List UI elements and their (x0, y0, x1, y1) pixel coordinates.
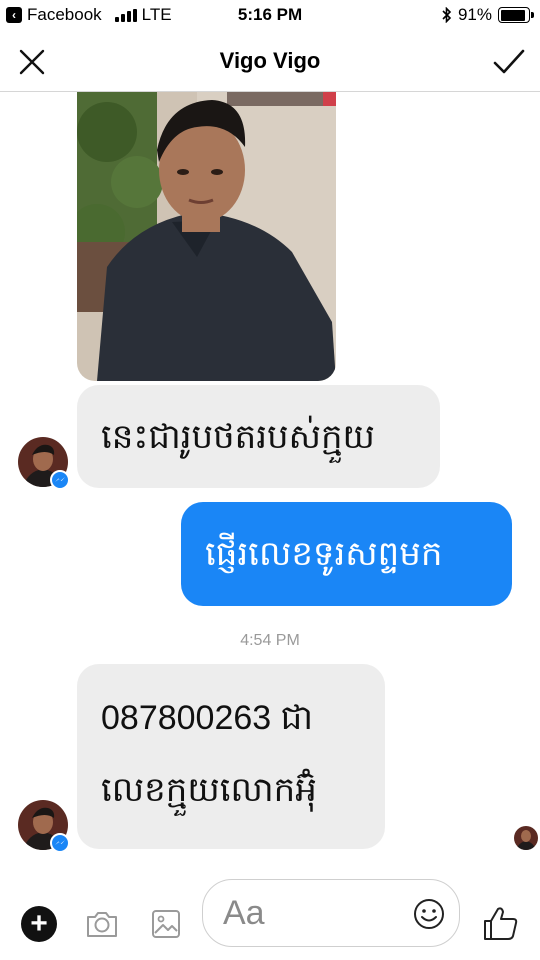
bluetooth-icon (442, 7, 452, 23)
outgoing-message[interactable]: ផ្ញើរលេខទូរសព្ទមក (181, 502, 512, 606)
plus-icon[interactable]: + (21, 906, 57, 942)
checkmark-icon[interactable] (492, 46, 526, 78)
gallery-icon[interactable] (148, 906, 184, 942)
incoming-message[interactable]: 087800263 ជា លេខក្មួយលោកអ៊ុំ (77, 664, 385, 849)
status-bar: ‹ Facebook LTE 5:16 PM 91% (0, 0, 540, 32)
status-right: 91% (442, 5, 534, 25)
message-line: 087800263 ជា (101, 699, 314, 737)
message-input-field[interactable] (202, 879, 460, 947)
photo-image (77, 92, 336, 381)
message-input[interactable] (223, 892, 403, 934)
messenger-badge-icon (50, 470, 70, 490)
message-text: នេះជារូបថតរបស់ក្មួយ (101, 417, 375, 456)
seen-avatar (514, 826, 538, 850)
camera-icon[interactable] (84, 906, 120, 942)
message-line: លេខក្មួយលោកអ៊ុំ (101, 771, 317, 809)
message-timestamp: 4:54 PM (240, 632, 300, 649)
chat-screen: ‹ Facebook LTE 5:16 PM 91% Vigo Vigo នេះ… (0, 0, 540, 960)
emoji-icon[interactable] (411, 896, 447, 932)
battery-percent: 91% (457, 5, 492, 24)
photo-message[interactable] (77, 92, 336, 381)
conversation-header: Vigo Vigo (0, 32, 540, 92)
messenger-badge-icon (50, 833, 70, 853)
battery-icon (498, 7, 534, 23)
message-text: ផ្ញើរលេខទូរសព្ទមក (205, 535, 443, 573)
contact-name[interactable]: Vigo Vigo (0, 48, 540, 74)
thumbs-up-icon[interactable] (480, 904, 520, 942)
incoming-message[interactable]: នេះជារូបថតរបស់ក្មួយ (77, 385, 440, 488)
message-composer: + (0, 872, 540, 960)
